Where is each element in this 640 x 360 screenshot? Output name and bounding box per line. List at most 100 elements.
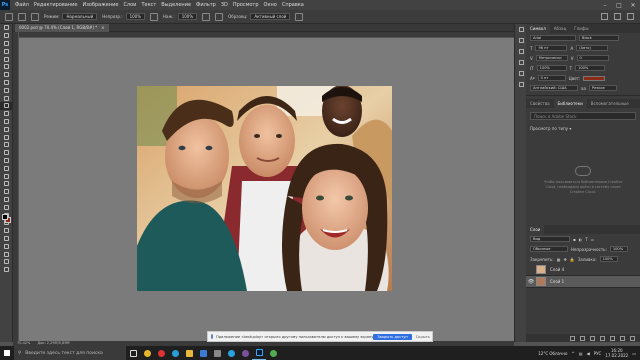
canvas-image[interactable] [137,86,392,291]
antialias-select[interactable]: Резкое [588,85,617,91]
ignore-adjustment-icon[interactable] [295,12,304,21]
tab-adjustments[interactable]: Вспомогательные [587,99,633,108]
tab-layers[interactable]: Слои [526,225,545,234]
tool-tool-icon[interactable] [0,266,13,274]
tool-tool-icon[interactable] [0,227,13,235]
filter-shape-icon[interactable]: ▭ [591,237,595,242]
brush-settings-icon[interactable] [31,12,39,21]
hide-notification-button[interactable]: Скрыть [416,335,430,339]
store-icon[interactable] [196,346,210,360]
add-mask-icon[interactable] [590,335,595,341]
foreground-color-swatch[interactable] [2,214,8,220]
clock[interactable]: 16:20 17.02.2022 [605,348,628,358]
filter-text-icon[interactable]: T [585,237,587,242]
marquee-tool-icon[interactable] [0,40,13,48]
zoom-tool-icon[interactable] [0,188,13,196]
volume-icon[interactable]: ◀ [587,351,590,356]
menu-layers[interactable]: Слои [123,2,136,8]
new-layer-icon[interactable] [620,335,625,341]
tool-tool-icon[interactable] [0,258,13,266]
weather-text[interactable]: 12°C Облачно [538,351,567,356]
mode-select[interactable]: Нормальный [62,13,98,20]
flow-input[interactable]: 100% [177,13,198,20]
adjustment-layer-icon[interactable] [600,335,605,341]
share-icon[interactable] [627,13,634,20]
fx-icon[interactable] [580,335,585,341]
menu-help[interactable]: Справка [282,2,304,8]
dodge-tool-icon[interactable] [0,141,13,149]
library-view-select[interactable]: Просмотр по типу ▾ [526,124,640,133]
new-group-icon[interactable] [610,335,615,341]
font-style-select[interactable]: Black [579,35,619,41]
blend-mode-select[interactable]: Обычные [530,246,568,252]
horizontal-scale-input[interactable]: 100% [575,65,606,71]
menu-type[interactable]: Текст [141,2,156,8]
telegram-icon[interactable] [224,346,238,360]
language-select[interactable]: Английский: США [530,85,578,91]
close-icon[interactable]: ✕ [626,0,640,10]
airbrush-icon[interactable] [202,12,211,21]
type-tool-icon[interactable] [0,157,13,165]
move-tool-icon[interactable] [0,24,13,32]
clone-stamp-tool-icon[interactable] [0,101,13,110]
eraser-tool-icon[interactable] [0,118,13,126]
search-icon[interactable] [601,13,608,20]
layer-name[interactable]: Слой 1 [550,279,564,284]
baseline-input[interactable]: 0 пт [537,75,566,81]
opacity-input[interactable]: 100% [125,13,145,20]
filter-pixel-icon[interactable]: ▪ [573,237,576,242]
menu-select[interactable]: Выделение [161,2,191,8]
delete-layer-icon[interactable] [630,335,635,341]
tab-libraries[interactable]: Библиотеки [553,99,587,108]
pen-tool-icon[interactable] [0,149,13,157]
history-brush-tool-icon[interactable] [0,110,13,118]
filter-adjust-icon[interactable]: ◐ [579,237,583,242]
more-tool-icon[interactable] [0,196,13,204]
menu-image[interactable]: Изображение [82,2,118,8]
lasso-tool-icon[interactable] [0,47,13,55]
layer-name[interactable]: Слой 4 [550,267,564,272]
lock-all-icon[interactable]: 🔒 [570,257,575,262]
layer-filter-select[interactable]: Вид [530,236,570,242]
blur-tool-icon[interactable] [0,133,13,141]
font-family-select[interactable]: Arial [530,35,576,41]
text-color-swatch[interactable] [583,75,606,81]
tool-tool-icon[interactable] [0,250,13,258]
frame-tool-icon[interactable] [0,71,13,79]
notifications-icon[interactable]: ▭ [632,351,636,356]
mail-icon[interactable] [210,346,224,360]
vertical-scale-input[interactable]: 100% [536,65,567,71]
close-tab-icon[interactable]: × [101,24,104,32]
tab-properties[interactable]: Свойства [526,99,554,108]
link-layers-icon[interactable] [570,335,575,341]
clone-stamp-icon[interactable] [5,12,13,21]
lock-pixels-icon[interactable]: ▦ [557,257,561,262]
brush-tool-icon[interactable] [0,94,13,102]
kerning-input[interactable]: Метрически [535,55,568,61]
layer-opacity-input[interactable]: 100% [609,246,628,252]
menu-window[interactable]: Окно [264,2,277,8]
menu-3d[interactable]: 3D [221,2,228,8]
language-indicator[interactable]: РУС [594,351,602,356]
rectangle-tool-icon[interactable] [0,172,13,180]
lock-move-icon[interactable]: ✥ [563,257,566,262]
start-button[interactable] [0,346,14,360]
crop-tool-icon[interactable] [0,63,13,71]
library-search-input[interactable]: Поиск в Adobe Stock [530,112,636,120]
tab-glyphs[interactable]: Глифы [570,24,592,33]
photoshop-taskbar-icon[interactable] [252,346,266,360]
tracking-input[interactable]: 0 [576,55,609,61]
path-select-tool-icon[interactable] [0,164,13,172]
tool-tool-icon[interactable] [0,235,13,243]
menu-view[interactable]: Просмотр [233,2,259,8]
viber-icon[interactable] [238,346,252,360]
pressure-opacity-icon[interactable] [150,12,158,21]
menu-file[interactable]: Файл [15,2,29,8]
explorer-icon[interactable] [182,346,196,360]
layer-row[interactable]: 👁 Слой 1 [526,276,640,288]
app-icon[interactable] [266,346,280,360]
stop-sharing-button[interactable]: Закрыть доступ [373,333,412,340]
chrome-icon[interactable] [140,346,154,360]
quick-select-tool-icon[interactable] [0,55,13,63]
aligned-checkbox[interactable] [215,12,224,21]
